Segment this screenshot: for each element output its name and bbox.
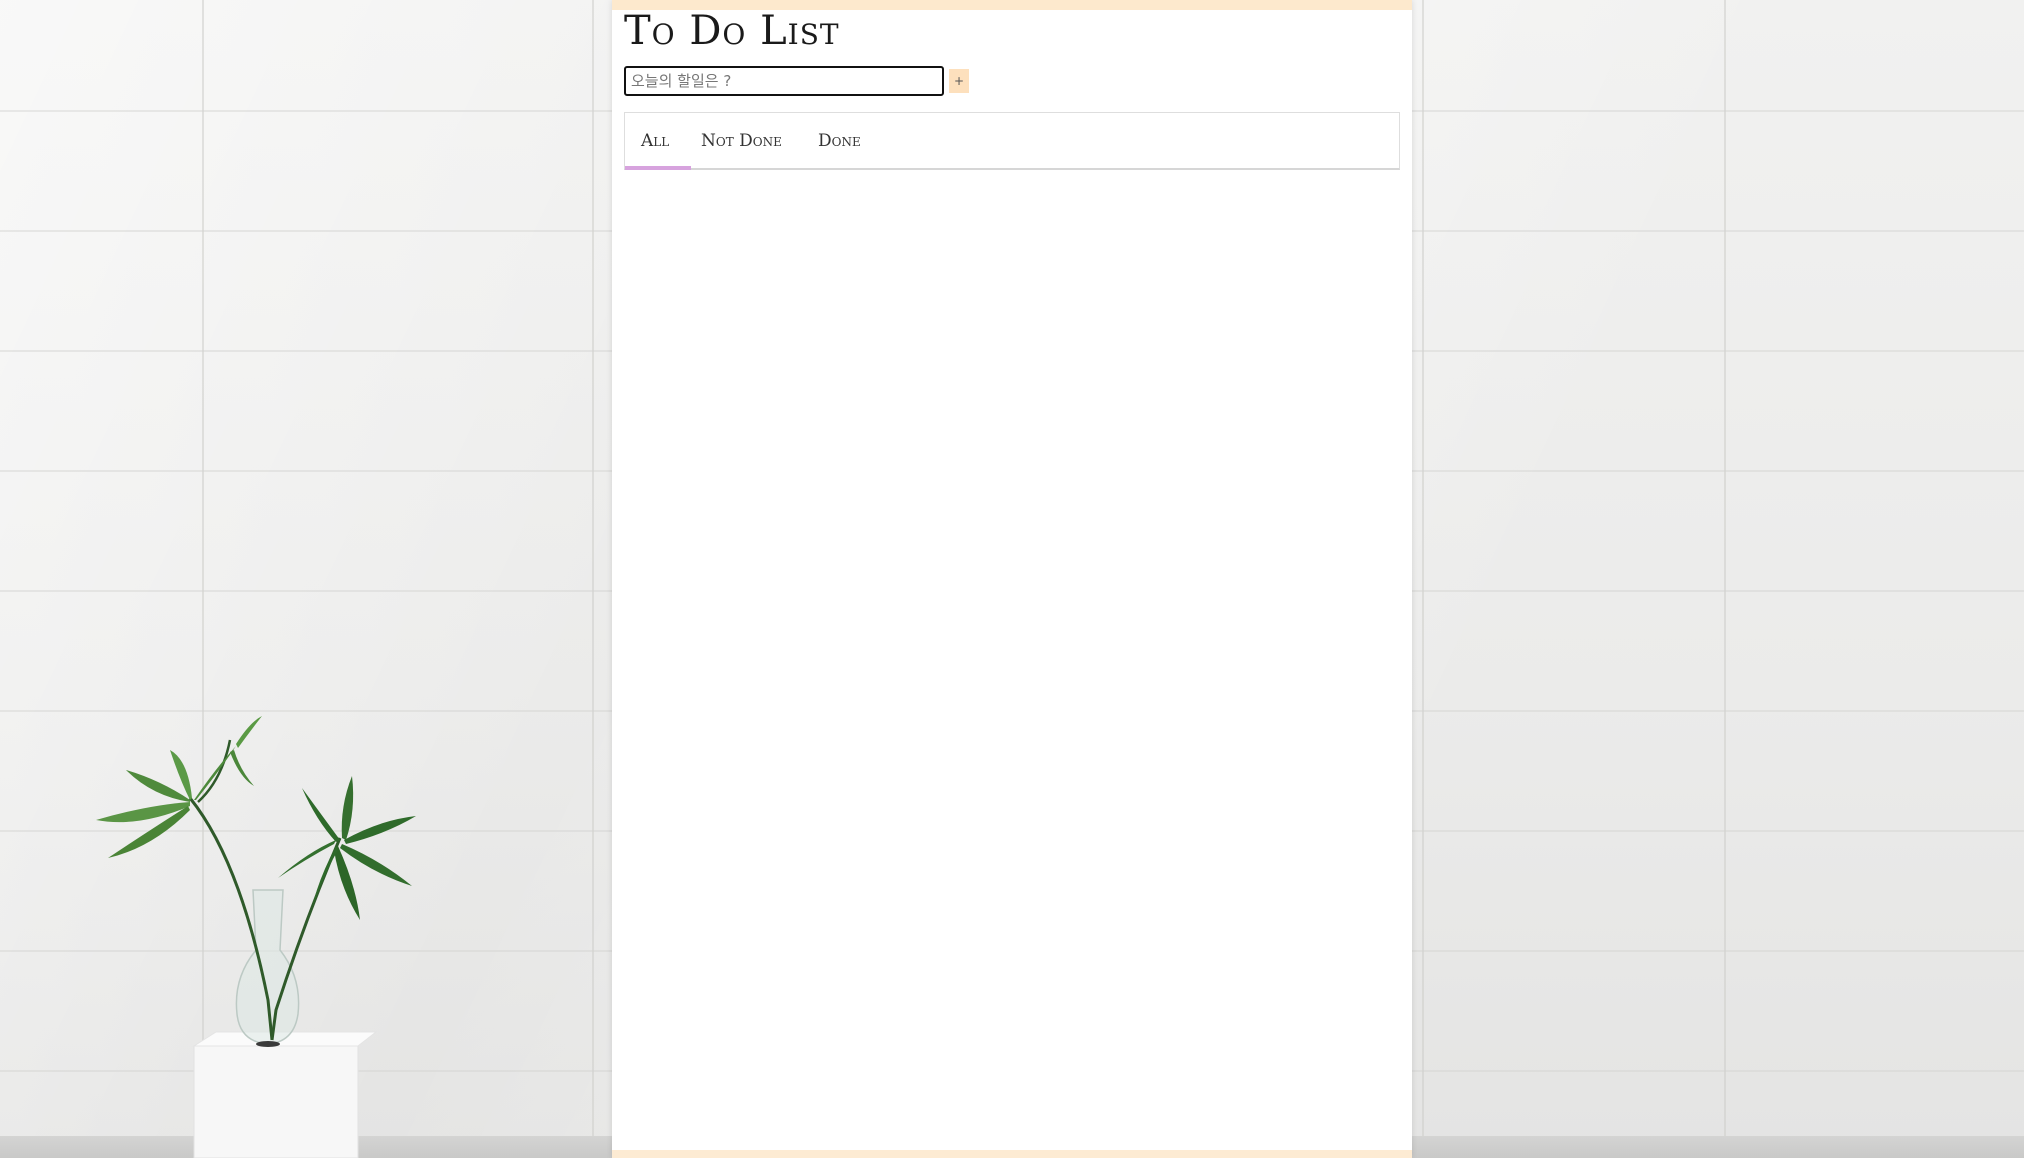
tab-not-done[interactable]: Not Done <box>701 113 782 169</box>
tab-done[interactable]: Done <box>818 113 861 169</box>
wall-tile-line <box>592 0 594 1158</box>
wall-tile-line <box>1724 0 1726 1158</box>
active-tab-indicator <box>625 166 691 170</box>
todo-app-panel: To Do List + All Not Done Done <box>612 0 1412 1158</box>
task-input[interactable] <box>624 66 944 96</box>
plant-in-vase-image <box>96 716 416 1158</box>
page-title: To Do List <box>624 8 840 54</box>
wall-tile-line <box>1422 0 1424 1158</box>
task-input-row: + <box>624 66 969 96</box>
filter-tabs: All Not Done Done <box>624 112 1400 170</box>
add-task-button[interactable]: + <box>949 69 969 93</box>
tab-all[interactable]: All <box>641 113 669 169</box>
bottom-accent-bar <box>612 1150 1412 1158</box>
task-list <box>624 176 1400 1136</box>
